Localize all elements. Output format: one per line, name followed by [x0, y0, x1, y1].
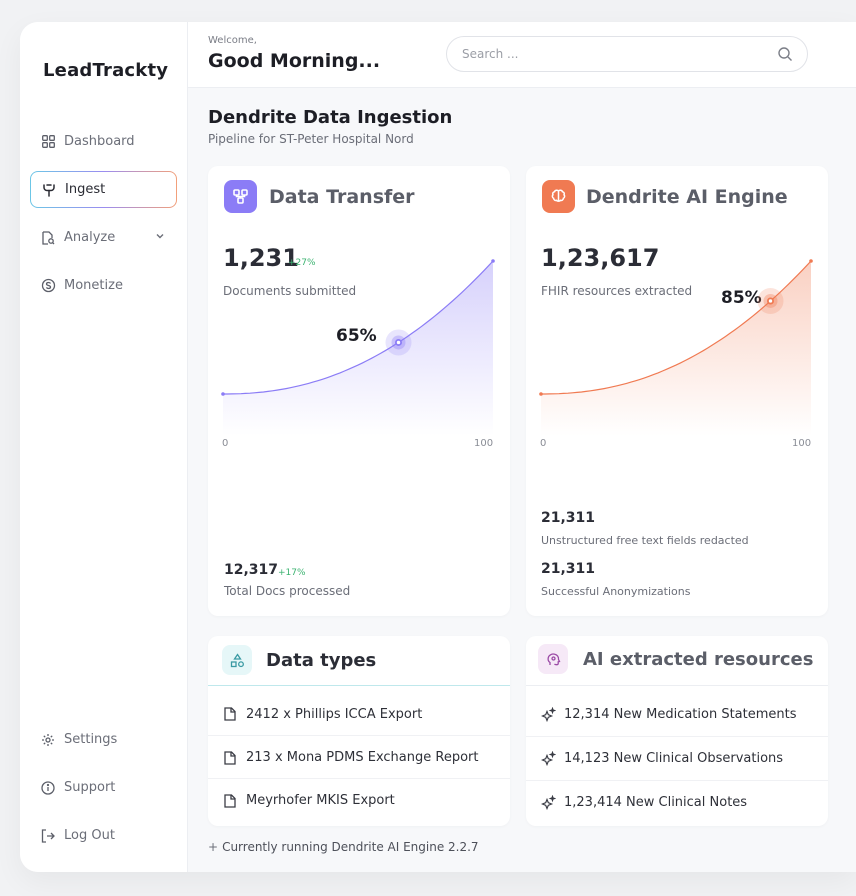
card-title: Data types	[266, 650, 377, 671]
sidebar-item-label: Ingest	[65, 182, 106, 197]
redacted-fields-count: 21,311	[541, 510, 596, 526]
welcome-text: Welcome,	[208, 35, 257, 46]
anonymizations-count: 21,311	[541, 561, 596, 577]
list-item[interactable]: 14,123 New Clinical Observations	[526, 736, 828, 780]
x-axis-max: 100	[474, 438, 494, 449]
transfer-icon	[224, 180, 257, 213]
file-icon	[222, 706, 238, 722]
list-item[interactable]: 2412 x Phillips ICCA Export	[208, 692, 510, 736]
chart-marker[interactable]	[394, 338, 402, 346]
logout-icon	[40, 828, 56, 844]
engine-status-note: + Currently running Dendrite AI Engine 2.…	[208, 840, 479, 854]
gear-icon	[40, 732, 56, 748]
list-item-label: 1,23,414 New Clinical Notes	[564, 795, 748, 810]
list-item[interactable]: 1,23,414 New Clinical Notes	[526, 780, 828, 824]
list-item-label: 14,123 New Clinical Observations	[564, 751, 784, 766]
list-item-label: 12,314 New Medication Statements	[564, 706, 797, 722]
sidebar-item-label: Support	[64, 780, 116, 795]
chart-point	[809, 259, 813, 263]
data-types-header: Data types	[208, 636, 510, 686]
grid-icon	[40, 134, 56, 150]
list-item-label: Meyrhofer MKIS Export	[246, 793, 395, 808]
x-axis-min: 0	[540, 438, 547, 449]
redacted-fields-label: Unstructured free text fields redacted	[541, 534, 749, 547]
sidebar-item-label: Monetize	[64, 278, 123, 293]
transfer-chart	[221, 259, 495, 436]
fork-icon	[41, 182, 57, 198]
info-icon	[40, 780, 56, 796]
page-subtitle: Pipeline for ST-Peter Hospital Nord	[208, 132, 414, 146]
list-item[interactable]: Meyrhofer MKIS Export	[208, 778, 510, 822]
plus-icon: +	[208, 840, 219, 854]
chart-area	[541, 261, 811, 436]
head-icon	[538, 644, 568, 674]
file-icon	[222, 793, 238, 809]
greeting-text: Good Morning...	[208, 50, 381, 72]
sidebar-item-logout[interactable]: Log Out	[30, 817, 177, 854]
shapes-icon	[222, 645, 252, 675]
sidebar: LeadTrackty Dashboard Ingest Analyze Mon…	[20, 22, 188, 872]
card-title: Dendrite AI Engine	[586, 186, 788, 208]
app-logo: LeadTrackty	[43, 60, 169, 81]
x-axis-min: 0	[222, 438, 229, 449]
anonymizations-label: Successful Anonymizations	[541, 585, 691, 598]
list-item[interactable]: 12,314 New Medication Statements	[526, 692, 828, 736]
top-bar: Welcome, Good Morning...	[188, 22, 856, 88]
search-input[interactable]	[462, 47, 752, 61]
ai-engine-card: Dendrite AI Engine 1,23,617 FHIR resourc…	[526, 166, 828, 616]
ai-resources-header: AI extracted resources	[526, 636, 828, 686]
sidebar-item-analyze[interactable]: Analyze	[30, 219, 177, 256]
data-transfer-card: Data Transfer 1,231 +27% Documents submi…	[208, 166, 510, 616]
chart-marker[interactable]	[766, 297, 774, 305]
sidebar-item-monetize[interactable]: Monetize	[30, 267, 177, 304]
chart-point	[221, 392, 225, 396]
main-content: Welcome, Good Morning... Dendrite Data I…	[188, 22, 856, 872]
list-item[interactable]: 213 x Mona PDMS Exchange Report	[208, 735, 510, 779]
list-item-label: 213 x Mona PDMS Exchange Report	[246, 750, 479, 765]
sidebar-item-label: Analyze	[64, 230, 116, 245]
engine-chart	[539, 259, 813, 436]
chart-area	[223, 261, 493, 436]
sidebar-item-label: Dashboard	[64, 134, 135, 149]
coin-icon	[40, 278, 56, 294]
sidebar-item-label: Settings	[64, 732, 118, 747]
sidebar-item-dashboard[interactable]: Dashboard	[30, 123, 177, 160]
app-window: LeadTrackty Dashboard Ingest Analyze Mon…	[20, 22, 856, 872]
chart-point	[491, 259, 495, 263]
total-docs-label: Total Docs processed	[224, 584, 351, 598]
search-icon[interactable]	[777, 46, 793, 66]
search-box	[446, 36, 808, 72]
x-axis-max: 100	[792, 438, 812, 449]
brain-icon	[542, 180, 575, 213]
list-item-label: 2412 x Phillips ICCA Export	[246, 706, 423, 722]
chart-point	[539, 392, 543, 396]
sidebar-item-settings[interactable]: Settings	[30, 721, 177, 758]
sidebar-item-support[interactable]: Support	[30, 769, 177, 806]
data-types-card: Data types 2412 x Phillips ICCA Export 2…	[208, 636, 510, 826]
sparkle-icon	[540, 751, 556, 767]
total-docs-delta: +17%	[278, 568, 306, 578]
file-icon	[222, 750, 238, 766]
sidebar-item-label: Log Out	[64, 828, 115, 843]
ai-resources-card: AI extracted resources 12,314 New Medica…	[526, 636, 828, 826]
page-title: Dendrite Data Ingestion	[208, 107, 453, 128]
card-title: AI extracted resources	[583, 649, 814, 670]
card-title: Data Transfer	[269, 186, 415, 208]
chevron-down-icon[interactable]	[155, 230, 165, 245]
sparkle-icon	[540, 706, 556, 722]
total-docs-count: 12,317	[224, 562, 279, 578]
report-icon	[40, 230, 56, 246]
engine-status-text: Currently running Dendrite AI Engine 2.2…	[222, 840, 479, 854]
sidebar-item-ingest[interactable]: Ingest	[30, 171, 177, 208]
sparkle-icon	[540, 795, 556, 811]
